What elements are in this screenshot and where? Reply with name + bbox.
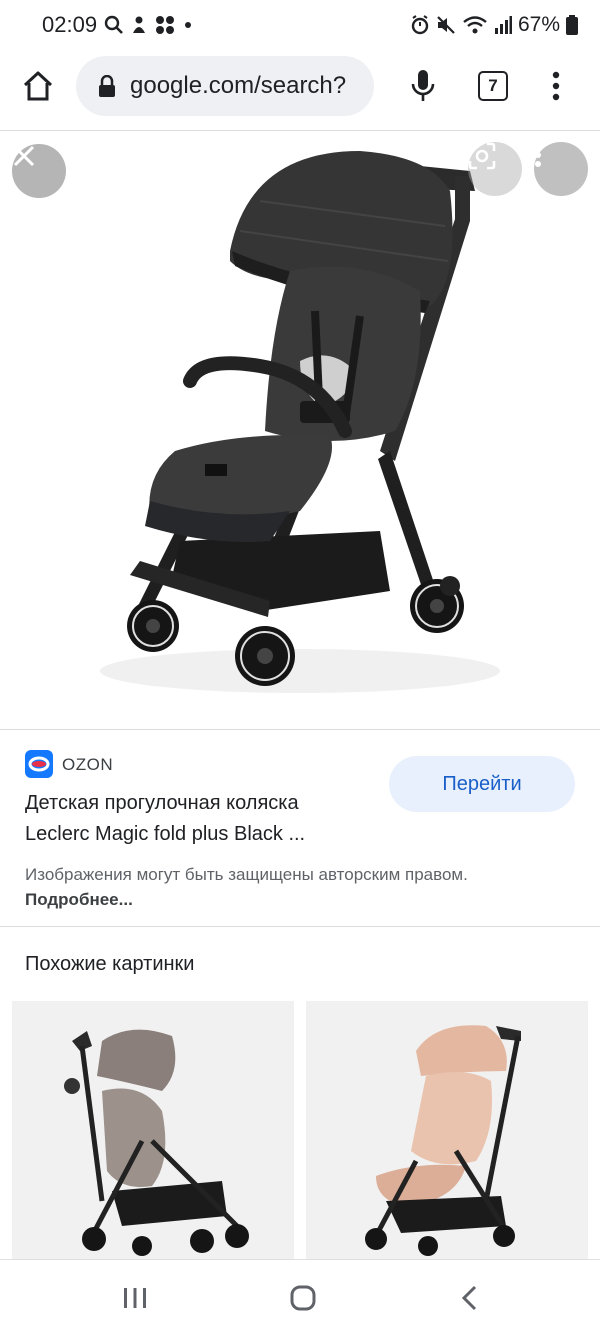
status-dot-icon — [185, 22, 191, 28]
wifi-icon — [463, 16, 487, 34]
similar-images-heading: Похожие картинки — [25, 953, 195, 975]
section-divider — [0, 926, 600, 927]
home-nav-button[interactable] — [283, 1278, 323, 1318]
home-circle-icon — [290, 1285, 316, 1311]
microphone-icon — [411, 70, 435, 101]
browser-menu-button[interactable] — [544, 66, 568, 106]
hero-divider — [0, 729, 600, 730]
google-lens-button[interactable] — [468, 142, 522, 196]
signal-icon — [494, 16, 512, 34]
back-button[interactable] — [450, 1278, 490, 1318]
browser-toolbar: google.com/search? 7 — [0, 54, 600, 118]
copyright-text: Изображения могут быть защищены авторски… — [25, 865, 468, 884]
lens-icon — [468, 142, 496, 170]
stroller-thumbnail — [64, 1029, 249, 1256]
dots-icon — [156, 16, 174, 34]
search-icon — [104, 15, 123, 34]
status-bar: 02:09 67% — [0, 0, 600, 52]
learn-more-link[interactable]: Подробнее... — [25, 890, 133, 909]
alarm-icon — [411, 15, 429, 35]
battery-percent: 67% — [517, 13, 560, 36]
result-title[interactable]: Детская прогулочная коляска Leclerc Magi… — [25, 788, 385, 850]
close-icon — [13, 145, 35, 167]
clock: 02:09 — [42, 12, 98, 37]
back-icon — [461, 1285, 477, 1311]
mute-icon — [437, 16, 455, 34]
result-title-line1: Детская прогулочная коляска — [25, 792, 299, 814]
recents-icon — [124, 1288, 146, 1308]
stroller-thumbnail — [365, 1025, 521, 1256]
source-name[interactable]: OZON — [62, 755, 113, 775]
voice-search-button[interactable] — [404, 66, 442, 106]
preview-image[interactable] — [0, 131, 600, 729]
recents-button[interactable] — [115, 1278, 155, 1318]
more-vert-icon — [552, 71, 560, 101]
notification-icon — [133, 16, 145, 33]
tab-switcher-button[interactable]: 7 — [478, 71, 508, 101]
address-bar[interactable]: google.com/search? — [76, 56, 374, 116]
stroller-image — [100, 151, 500, 693]
ozon-logo-icon — [25, 750, 53, 778]
visit-button[interactable]: Перейти — [389, 756, 575, 812]
system-nav-bar — [0, 1259, 600, 1333]
result-title-line2: Leclerc Magic fold plus Black ... — [25, 823, 306, 845]
more-vert-icon — [535, 143, 541, 167]
url-text: google.com/search? — [130, 72, 347, 99]
similar-image-1[interactable] — [12, 1001, 294, 1259]
home-button[interactable] — [18, 66, 58, 106]
battery-icon — [566, 15, 578, 35]
image-more-button[interactable] — [534, 142, 588, 196]
lock-icon — [98, 75, 118, 97]
home-icon — [23, 71, 53, 101]
copyright-notice: Изображения могут быть защищены авторски… — [25, 862, 565, 912]
similar-image-2[interactable] — [306, 1001, 588, 1259]
close-preview-button[interactable] — [12, 144, 66, 198]
